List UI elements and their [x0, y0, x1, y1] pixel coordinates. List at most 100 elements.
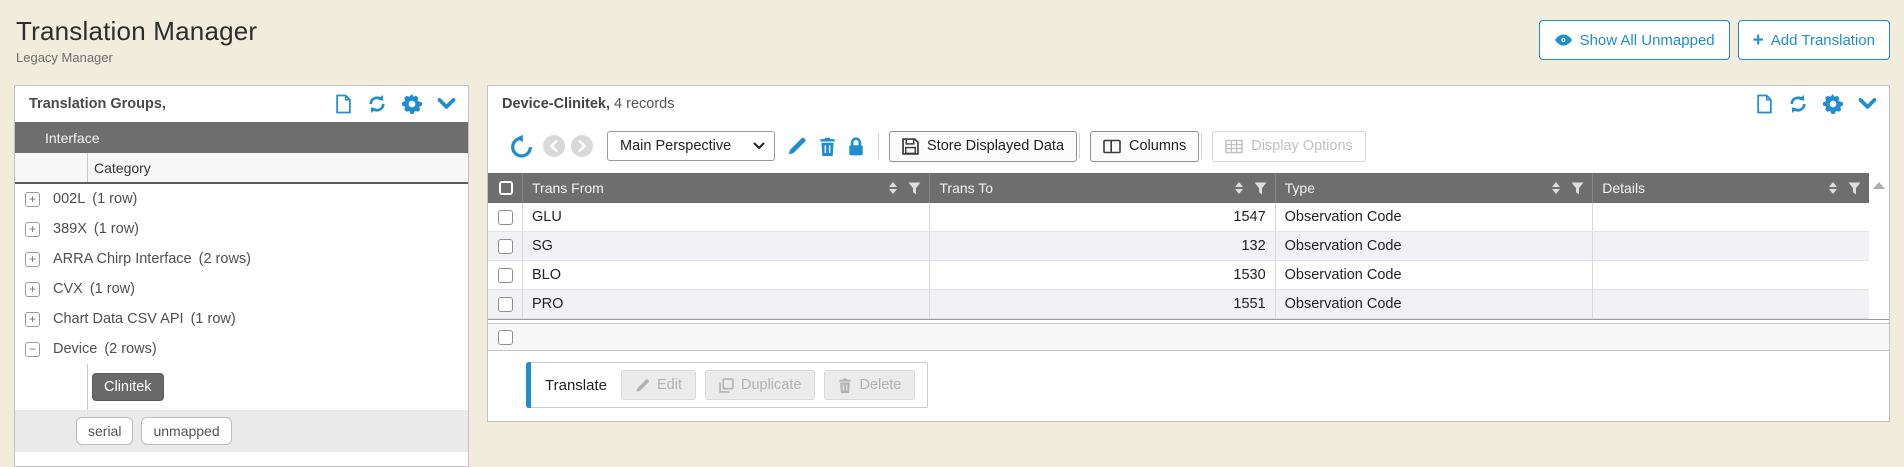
category-subheader: Category: [15, 153, 468, 184]
translate-label: Translate: [545, 377, 607, 394]
toolbar-divider: [1201, 133, 1202, 159]
collapse-icon[interactable]: −: [25, 342, 40, 357]
filter-icon[interactable]: [1848, 182, 1861, 195]
left-panel-title: Translation Groups,: [29, 96, 166, 112]
delete-label: Delete: [859, 377, 901, 393]
chevron-left-icon: [549, 140, 559, 152]
left-panel-icons: [335, 94, 456, 114]
perspective-select[interactable]: Main Perspective: [607, 131, 775, 161]
sort-icon[interactable]: [1829, 182, 1837, 194]
tree-item-389x[interactable]: + 389X (1 row): [15, 214, 468, 244]
tree-item-count: (2 rows): [199, 251, 251, 267]
table-row[interactable]: GLU 1547 Observation Code: [488, 203, 1869, 232]
tree-item-device[interactable]: − Device (2 rows): [15, 334, 468, 364]
cell-details: [1592, 203, 1869, 231]
trash-icon: [819, 137, 836, 156]
chevron-down-icon[interactable]: [437, 97, 456, 111]
edit-perspective-button[interactable]: [787, 136, 807, 156]
tree-item-count: (2 rows): [104, 341, 156, 357]
selected-group-badge-clinitek[interactable]: Clinitek: [92, 373, 164, 401]
column-header-trans-to[interactable]: Trans To: [929, 173, 1274, 203]
filter-icon[interactable]: [1571, 182, 1584, 195]
row-checkbox[interactable]: [498, 297, 513, 312]
cell-trans-from: BLO: [522, 261, 929, 289]
new-document-icon[interactable]: [1756, 94, 1773, 114]
interface-column-header[interactable]: Interface: [15, 122, 468, 153]
group-tags-row: serial unmapped: [15, 410, 468, 452]
toolbar-divider: [878, 133, 879, 159]
sort-icon[interactable]: [1552, 182, 1560, 194]
tree-item-arra-chirp-interface[interactable]: + ARRA Chirp Interface (2 rows): [15, 244, 468, 274]
cell-type: Observation Code: [1275, 261, 1593, 289]
filter-icon[interactable]: [908, 182, 921, 195]
lock-perspective-button[interactable]: [848, 137, 864, 156]
column-header-trans-from[interactable]: Trans From: [522, 173, 929, 203]
cell-type: Observation Code: [1275, 232, 1593, 260]
tree-item-cvx[interactable]: + CVX (1 row): [15, 274, 468, 304]
expand-icon[interactable]: +: [25, 312, 40, 327]
category-label: Category: [88, 153, 151, 182]
row-checkbox[interactable]: [498, 210, 513, 225]
trash-icon: [838, 378, 852, 393]
tree-item-002l[interactable]: + 002L (1 row): [15, 184, 468, 214]
gear-icon[interactable]: [1823, 94, 1843, 114]
refresh-icon[interactable]: [367, 94, 387, 114]
pencil-icon: [787, 136, 807, 156]
next-button[interactable]: [571, 135, 593, 157]
delete-perspective-button[interactable]: [819, 137, 836, 156]
expand-icon[interactable]: +: [25, 252, 40, 267]
tag-unmapped[interactable]: unmapped: [141, 417, 231, 445]
store-displayed-data-button[interactable]: Store Displayed Data: [889, 131, 1077, 162]
tree-item-label: Chart Data CSV API: [53, 311, 184, 327]
edit-button[interactable]: Edit: [621, 370, 696, 400]
table-row[interactable]: PRO 1551 Observation Code: [488, 290, 1869, 319]
translation-manager-page: Translation Manager Legacy Manager Show …: [0, 0, 1904, 467]
filter-icon[interactable]: [1254, 182, 1267, 195]
gear-icon[interactable]: [402, 94, 422, 114]
duplicate-button[interactable]: Duplicate: [705, 370, 815, 400]
column-label: Type: [1285, 180, 1315, 196]
previous-button[interactable]: [543, 135, 565, 157]
tree-item-chart-data-csv-api[interactable]: + Chart Data CSV API (1 row): [15, 304, 468, 334]
row-checkbox[interactable]: [498, 268, 513, 283]
perspective-select-value: Main Perspective: [620, 138, 731, 154]
row-checkbox-cell: [488, 261, 522, 289]
add-translation-button[interactable]: + Add Translation: [1738, 20, 1890, 60]
display-options-button[interactable]: Display Options: [1212, 131, 1366, 162]
expand-icon[interactable]: +: [25, 282, 40, 297]
row-checkbox[interactable]: [498, 239, 513, 254]
expand-icon[interactable]: +: [25, 192, 40, 207]
table-row[interactable]: SG 132 Observation Code: [488, 232, 1869, 261]
sort-icon[interactable]: [1235, 182, 1243, 194]
new-document-icon[interactable]: [335, 94, 352, 114]
refresh-icon[interactable]: [1788, 94, 1808, 114]
page-title-block: Translation Manager Legacy Manager: [16, 16, 257, 65]
expand-icon[interactable]: +: [25, 222, 40, 237]
table-grid: Trans From Trans To: [488, 173, 1869, 319]
scroll-up-icon[interactable]: [1873, 182, 1885, 189]
column-header-details[interactable]: Details: [1592, 173, 1869, 203]
tag-serial[interactable]: serial: [76, 417, 133, 445]
delete-button[interactable]: Delete: [824, 370, 915, 400]
eye-icon: [1554, 34, 1573, 46]
columns-button[interactable]: Columns: [1090, 131, 1199, 162]
select-all-checkbox[interactable]: [499, 181, 513, 195]
undo-button[interactable]: [510, 135, 533, 158]
interface-label: Interface: [45, 130, 99, 146]
column-header-type[interactable]: Type: [1275, 173, 1593, 203]
vertical-scrollbar[interactable]: [1869, 173, 1889, 319]
column-label: Trans From: [532, 180, 604, 196]
columns-icon: [1103, 139, 1121, 154]
show-all-unmapped-button[interactable]: Show All Unmapped: [1539, 20, 1730, 60]
page-subtitle: Legacy Manager: [16, 50, 257, 65]
translation-groups-tree: + 002L (1 row) + 389X (1 row) + ARRA Chi…: [15, 184, 468, 452]
sort-icon[interactable]: [889, 182, 897, 194]
row-checkbox-cell: [488, 203, 522, 231]
translations-table: Trans From Trans To: [488, 173, 1889, 320]
tree-item-count: (1 row): [92, 191, 137, 207]
chevron-down-icon[interactable]: [1858, 97, 1877, 111]
tree-indent-guide: [15, 364, 88, 410]
table-row[interactable]: BLO 1530 Observation Code: [488, 261, 1869, 290]
header-icons: [1829, 182, 1861, 195]
footer-checkbox[interactable]: [498, 330, 513, 345]
